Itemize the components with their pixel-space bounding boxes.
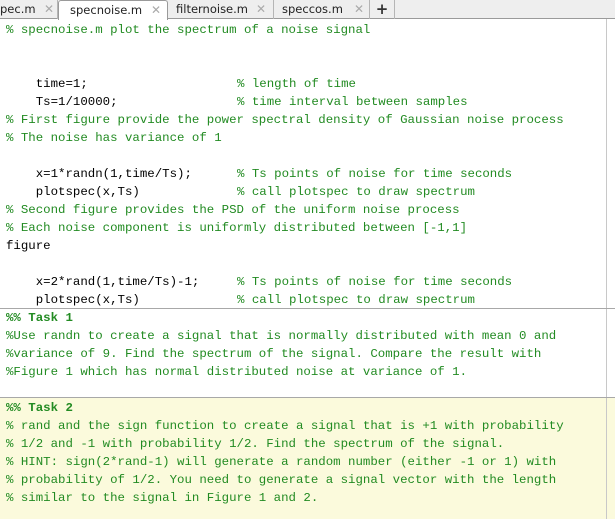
close-tab-icon[interactable]: ✕ <box>354 0 364 18</box>
close-tab-icon[interactable]: ✕ <box>44 0 54 18</box>
code-line: %Use randn to create a signal that is no… <box>6 329 557 343</box>
code-line: % The noise has variance of 1 <box>6 131 222 145</box>
cell-divider <box>0 397 615 398</box>
code-text: plotspec(x,Ts) <box>35 185 140 199</box>
code-comment: % length of time <box>237 77 356 91</box>
code-comment: % time interval between samples <box>237 95 468 109</box>
code-line: % Second figure provides the PSD of the … <box>6 203 460 217</box>
code-comment: % call plotspec to draw spectrum <box>237 293 475 307</box>
code-text: Ts=1/10000; <box>35 95 118 109</box>
code-line: % probability of 1/2. You need to genera… <box>6 473 557 487</box>
code-line: % similar to the signal in Figure 1 and … <box>6 491 319 505</box>
tab-speccos[interactable]: speccos.m ✕ <box>274 0 370 19</box>
tab-label: specnoise.m <box>70 3 143 17</box>
tab-label: pec.m <box>0 2 36 16</box>
code-line: %variance of 9. Find the spectrum of the… <box>6 347 542 361</box>
code-line: %Figure 1 which has normal distributed n… <box>6 365 468 379</box>
active-cell-highlight-margin <box>607 397 615 519</box>
tab-specnoise[interactable]: specnoise.m ✕ <box>58 0 168 20</box>
right-margin-line <box>606 19 607 519</box>
tab-label: filternoise.m <box>176 2 248 16</box>
code-line: % HINT: sign(2*rand-1) will generate a r… <box>6 455 557 469</box>
cell-title-task2: %% Task 2 <box>6 401 73 415</box>
code-line: % Each noise component is uniformly dist… <box>6 221 468 235</box>
close-tab-icon[interactable]: ✕ <box>256 0 266 18</box>
code-line: plotspec(x,Ts) % call plotspec to draw sp… <box>6 165 475 199</box>
code-line: % First figure provide the power spectra… <box>6 113 564 127</box>
tab-filternoise[interactable]: filternoise.m ✕ <box>168 0 274 19</box>
code-line: x=2*rand(1,time/Ts)-1;% Ts points of noi… <box>6 255 512 289</box>
code-line: figure <box>6 239 51 253</box>
code-line: % 1/2 and -1 with probability 1/2. Find … <box>6 437 505 451</box>
code-text: plotspec(x,Ts) <box>35 293 140 307</box>
code-line: plotspec(x,Ts) % call plotspec to draw sp… <box>6 273 475 307</box>
tab-spec[interactable]: pec.m ✕ <box>0 0 58 19</box>
code-comment: % Ts points of noise for time seconds <box>237 167 513 181</box>
close-tab-icon[interactable]: ✕ <box>151 1 161 19</box>
cell-title-task1: %% Task 1 <box>6 311 73 325</box>
code-line: % rand and the sign function to create a… <box>6 419 564 433</box>
code-line: Ts=1/10000; % time interval between sampl… <box>6 75 468 109</box>
code-comment: % call plotspec to draw spectrum <box>237 185 475 199</box>
code-line: % specnoise.m plot the spectrum of a noi… <box>6 23 371 37</box>
tab-label: speccos.m <box>282 2 343 16</box>
new-tab-button[interactable]: + <box>370 0 395 19</box>
code-line: x=1*randn(1,time/Ts);% Ts points of nois… <box>6 147 512 181</box>
code-comment: % Ts points of noise for time seconds <box>237 275 513 289</box>
code-line: time=1;% length of time <box>6 57 356 91</box>
editor-tab-bar: pec.m ✕ specnoise.m ✕ filternoise.m ✕ sp… <box>0 0 615 20</box>
